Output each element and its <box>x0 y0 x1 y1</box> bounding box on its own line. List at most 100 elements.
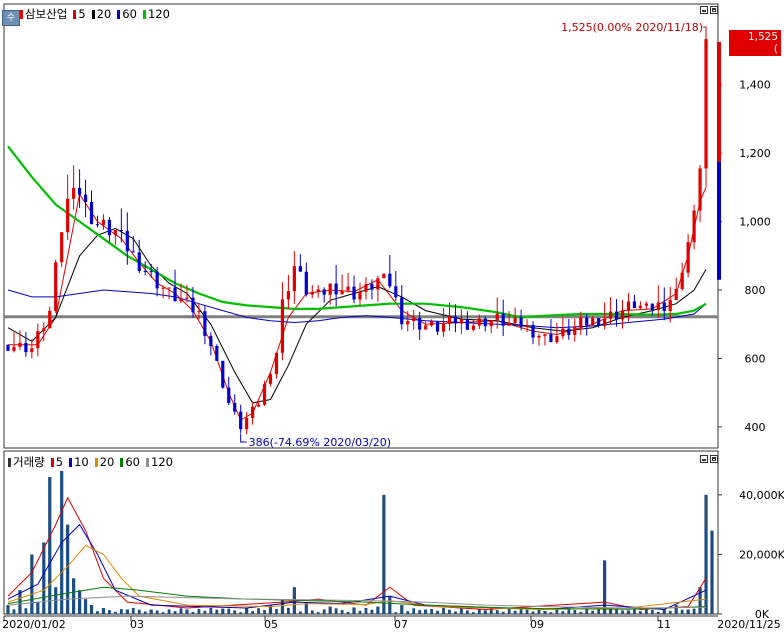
volume-bar <box>322 609 326 614</box>
price-panel-frame <box>3 3 719 449</box>
candle-body <box>262 383 267 405</box>
volume-bar <box>471 612 475 614</box>
volume-bar <box>573 610 577 614</box>
price-ma-legend-120[interactable]: 120 <box>142 7 170 21</box>
legend-volume[interactable]: 거래량 <box>8 454 45 470</box>
price-tick-label: 600 <box>745 352 766 365</box>
volume-ma-legend-label: 60 <box>125 455 140 469</box>
price-ma-legend-20[interactable]: 20 <box>91 7 111 21</box>
volume-ma-line-60 <box>7 586 707 610</box>
price-maximize-icon[interactable] <box>710 6 718 14</box>
volume-bar <box>30 554 34 614</box>
candle-body <box>585 317 589 326</box>
volume-bar <box>245 608 249 614</box>
candle-body <box>692 210 696 243</box>
volume-ma-legend-60[interactable]: 60 <box>120 455 140 469</box>
volume-ma-legend-120[interactable]: 120 <box>146 455 173 469</box>
volume-ma-legend-marker <box>94 457 98 467</box>
volume-bar <box>424 609 428 614</box>
volume-bar <box>454 611 457 614</box>
volume-maximize-icon[interactable] <box>710 455 718 463</box>
low-annotation: 386(-74.69% 2020/03/20) <box>249 436 391 449</box>
x-tick-label: 07 <box>394 618 408 631</box>
price-minimize-icon[interactable] <box>700 6 708 14</box>
candle-body <box>579 317 583 327</box>
candle-body <box>30 348 34 353</box>
candle-body <box>489 319 493 327</box>
candle-body <box>352 286 356 300</box>
candle-body <box>537 335 541 338</box>
candle-body <box>376 278 380 290</box>
candle-body <box>525 325 529 327</box>
candle-body <box>650 303 654 310</box>
candle-body <box>89 201 94 225</box>
candle-body <box>424 325 428 330</box>
volume-bar <box>501 611 505 614</box>
candle-body <box>382 273 386 279</box>
volume-ma-legend-label: 20 <box>99 455 115 469</box>
volume-ma-legend-marker <box>69 457 73 467</box>
volume-panel-frame <box>3 450 719 615</box>
volume-bar <box>275 608 278 614</box>
legend-instrument[interactable]: 삼보산업 <box>20 6 67 22</box>
candle-body <box>298 266 302 272</box>
price-ma-legend-60[interactable]: 60 <box>117 7 137 21</box>
x-tick-label: 2020/01/02 <box>2 618 65 631</box>
candle-body <box>370 283 374 290</box>
candle-body <box>12 346 16 351</box>
candle-body <box>54 262 58 311</box>
volume-bar <box>394 612 398 614</box>
candle-body <box>477 318 481 326</box>
volume-bar <box>448 609 451 614</box>
volume-bar <box>334 608 338 614</box>
volume-bar <box>698 587 702 614</box>
price-ma-legend-5[interactable]: 5 <box>73 7 86 21</box>
candle-body <box>251 406 255 419</box>
candle-body <box>203 311 207 336</box>
price-ma-legend-marker <box>91 9 95 19</box>
volume-ma-legend-label: 10 <box>74 455 89 469</box>
volume-bar <box>83 599 88 614</box>
volume-bar <box>633 609 636 614</box>
volume-bar <box>382 494 386 614</box>
candle-body <box>346 286 350 291</box>
volume-bar <box>412 608 416 614</box>
candle-body <box>412 317 416 322</box>
volume-ma-legend-label: 5 <box>55 455 64 469</box>
volume-bar <box>525 609 529 614</box>
volume-bar <box>12 609 16 614</box>
last-price-badge: 1,525 ( 29.79%) <box>729 30 781 67</box>
volume-ma-legend-20[interactable]: 20 <box>94 455 115 469</box>
candle-body <box>304 271 308 295</box>
volume-bar <box>555 609 559 614</box>
candle-body <box>113 230 117 236</box>
price-range-bar-down <box>717 161 721 280</box>
volume-bar <box>316 612 320 614</box>
candle-body <box>400 297 404 325</box>
candle-body <box>334 283 338 295</box>
candle-body <box>591 318 595 326</box>
volume-bar <box>680 609 684 614</box>
volume-bar <box>227 608 231 614</box>
price-ma-legend-marker <box>73 9 77 19</box>
price-ma-line-120 <box>7 145 707 319</box>
volume-tick-label: 20,000K <box>739 548 784 561</box>
price-tick-label: 1,200 <box>739 147 771 160</box>
candle-body <box>495 313 499 320</box>
candle-body <box>656 302 660 310</box>
volume-ma-legend-10[interactable]: 10 <box>69 455 89 469</box>
candle-body <box>483 318 487 327</box>
volume-ma-legend-5[interactable]: 5 <box>50 455 64 469</box>
volume-bar <box>48 476 52 614</box>
volume-bar <box>108 610 111 614</box>
volume-bar <box>549 612 553 614</box>
volume-bar <box>400 605 404 614</box>
candle-body <box>328 283 332 295</box>
volume-bar <box>263 610 266 614</box>
volume-bar <box>364 607 368 614</box>
volume-bar <box>406 611 410 614</box>
candle-body <box>513 317 517 323</box>
settings-icon[interactable]: 수 <box>2 10 20 26</box>
volume-minimize-icon[interactable] <box>700 455 708 463</box>
candle-body <box>24 342 28 353</box>
